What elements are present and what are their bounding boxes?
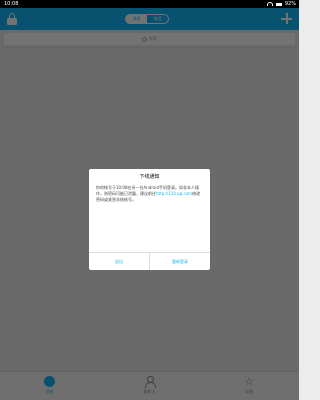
offline-dialog: 下线通知 你的帐号于10:08在另一台Android手机登录。如非本人操作，则密… bbox=[89, 169, 210, 270]
battery-level: 92% bbox=[284, 1, 296, 7]
dialog-title: 下线通知 bbox=[139, 174, 160, 180]
status-time: 10:08 bbox=[4, 1, 19, 7]
status-bar: 10:08 92% bbox=[0, 0, 299, 8]
status-right: 92% bbox=[266, 0, 296, 8]
battery-icon bbox=[275, 2, 282, 6]
relogin-button[interactable]: 重新登录 bbox=[150, 253, 210, 270]
wifi-icon bbox=[266, 2, 273, 6]
dialog-link[interactable]: http://110.qq.com bbox=[156, 191, 192, 196]
dialog-message: 你的帐号于10:08在另一台Android手机登录。如非本人操作，则密码可能已泄… bbox=[96, 185, 204, 203]
logout-button[interactable]: 退出 bbox=[89, 253, 149, 270]
